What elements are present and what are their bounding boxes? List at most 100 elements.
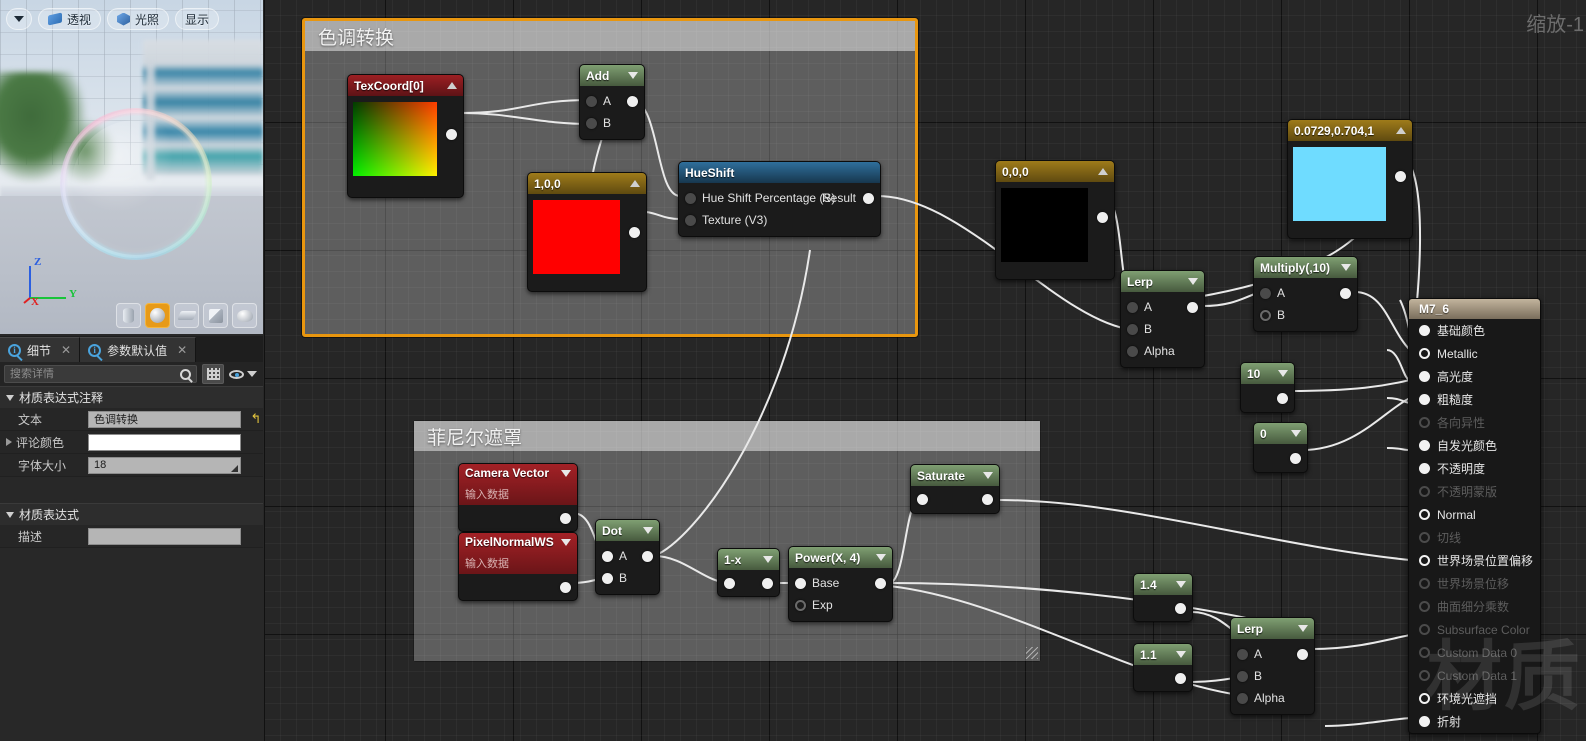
material-output-row[interactable]: 各向异性: [1409, 411, 1540, 434]
chevron-down-icon-13[interactable]: [1176, 581, 1186, 588]
node-one-minus-x[interactable]: 1-x: [717, 548, 780, 597]
node-multiply-10-output-pin[interactable]: [1340, 287, 1351, 299]
material-output-pin[interactable]: [1419, 693, 1430, 704]
node-hueshift-pin-texture[interactable]: Texture (V3): [679, 209, 880, 231]
node-power-x4-output-pin[interactable]: [875, 577, 886, 589]
material-output-pin[interactable]: [1419, 716, 1430, 727]
chevron-up-icon-3[interactable]: [1098, 168, 1108, 175]
input-pin-a[interactable]: [1237, 648, 1248, 660]
lighting-button[interactable]: 光照: [107, 8, 170, 30]
material-output-pin[interactable]: [1419, 371, 1430, 382]
preview-plane-button[interactable]: [174, 303, 199, 328]
show-button[interactable]: 显示: [175, 8, 220, 30]
input-pin-a[interactable]: [586, 95, 597, 107]
material-output-row[interactable]: Custom Data 0: [1409, 641, 1540, 664]
material-preview-viewport[interactable]: 透视 光照 显示 Z Y X: [0, 0, 263, 334]
material-output-pin[interactable]: [1419, 555, 1430, 566]
input-pin-base[interactable]: [795, 577, 806, 589]
property-value-description[interactable]: [88, 527, 241, 545]
material-output-pin[interactable]: [1419, 647, 1430, 658]
chevron-up-icon-4[interactable]: [1396, 127, 1406, 134]
chevron-up-icon[interactable]: [447, 82, 457, 89]
node-add-header[interactable]: Add: [580, 65, 644, 86]
input-pin-exp[interactable]: [795, 599, 806, 611]
input-pin-alpha[interactable]: [1127, 345, 1138, 357]
input-pin-b[interactable]: [602, 572, 613, 584]
material-output-row[interactable]: 自发光颜色: [1409, 434, 1540, 457]
material-output-pin[interactable]: [1419, 348, 1430, 359]
comment-resize-grip[interactable]: [1026, 647, 1038, 659]
material-output-row[interactable]: 不透明度: [1409, 457, 1540, 480]
node-multiply-10-pin-a[interactable]: A: [1254, 282, 1357, 304]
preview-sphere-button[interactable]: [145, 303, 170, 328]
node-const-14[interactable]: 1.4: [1133, 573, 1193, 622]
node-pixel-normal-ws[interactable]: PixelNormalWS 输入数据: [458, 532, 578, 601]
input-pin-b[interactable]: [1260, 309, 1271, 321]
node-texcoord-output-pin[interactable]: [446, 129, 457, 140]
node-saturate-input-pin[interactable]: [917, 494, 928, 505]
node-power-x4-header[interactable]: Power(X, 4): [789, 547, 892, 568]
node-multiply-10[interactable]: Multiply(,10) A B: [1253, 256, 1358, 332]
node-const-10-output-pin[interactable]: [1277, 393, 1288, 404]
node-const-10-header[interactable]: 10: [1241, 363, 1294, 384]
chevron-down-icon-15[interactable]: [1298, 625, 1308, 632]
chevron-down-icon-7[interactable]: [561, 469, 571, 477]
input-pin-texture[interactable]: [685, 214, 696, 226]
node-const-100[interactable]: 1,0,0: [527, 172, 647, 292]
material-output-row[interactable]: 粗糙度: [1409, 388, 1540, 411]
material-output-pin[interactable]: [1419, 463, 1430, 474]
preview-teapot-button[interactable]: [232, 303, 257, 328]
search-input[interactable]: [10, 368, 180, 380]
node-dot-pin-b[interactable]: B: [596, 567, 659, 589]
material-output-pin[interactable]: [1419, 509, 1430, 520]
node-one-minus-x-input-pin[interactable]: [724, 578, 735, 589]
material-output-row[interactable]: 不透明蒙版: [1409, 480, 1540, 503]
node-dot-output-pin[interactable]: [642, 550, 653, 562]
material-output-row[interactable]: 世界场景位置偏移: [1409, 549, 1540, 572]
node-multiply-10-pin-b[interactable]: B: [1254, 304, 1357, 326]
material-output-pin[interactable]: [1419, 486, 1430, 497]
preview-cube-button[interactable]: [203, 303, 228, 328]
node-const-100-header[interactable]: 1,0,0: [528, 173, 646, 194]
tab-parameter-defaults[interactable]: i 参数默认值 ✕: [80, 337, 197, 362]
node-const-000-output-pin[interactable]: [1097, 212, 1108, 223]
material-output-pin[interactable]: [1419, 578, 1430, 589]
node-pixel-normal-ws-output-pin[interactable]: [560, 582, 571, 593]
node-const-11[interactable]: 1.1: [1133, 643, 1193, 692]
chevron-right-icon[interactable]: [6, 438, 12, 446]
material-output-row[interactable]: 曲面细分乘数: [1409, 595, 1540, 618]
node-const-10[interactable]: 10: [1240, 362, 1295, 413]
comment-hue-shift-header[interactable]: 色调转换: [305, 21, 915, 51]
node-lerp-bottom-pin-b[interactable]: B: [1231, 665, 1314, 687]
material-graph-canvas[interactable]: 缩放-1 色调转换 菲尼尔遮罩 TexCoord[0] Add A B 1,0,…: [265, 0, 1586, 741]
material-output-row[interactable]: Normal: [1409, 503, 1540, 526]
node-lerp-top-output-pin[interactable]: [1187, 301, 1198, 313]
view-menu-button[interactable]: [6, 8, 32, 30]
node-lerp-bottom-pin-alpha[interactable]: Alpha: [1231, 687, 1314, 709]
input-pin-alpha[interactable]: [1237, 692, 1248, 704]
input-pin-b[interactable]: [1127, 323, 1138, 335]
node-const-14-output-pin[interactable]: [1175, 603, 1186, 614]
node-lerp-top-header[interactable]: Lerp: [1121, 271, 1204, 292]
node-const-0-header[interactable]: 0: [1254, 423, 1307, 444]
material-output-pin[interactable]: [1419, 670, 1430, 681]
revert-icon[interactable]: ↰: [249, 411, 263, 427]
input-pin-a[interactable]: [1127, 301, 1138, 313]
input-pin-a[interactable]: [1260, 287, 1271, 299]
node-const-100-output-pin[interactable]: [629, 227, 640, 238]
material-output-pin[interactable]: [1419, 394, 1430, 405]
chevron-down-icon-6[interactable]: [1291, 430, 1301, 437]
comment-fresnel-mask-header[interactable]: 菲尼尔遮罩: [414, 421, 1040, 451]
node-lerp-top-pin-a[interactable]: A: [1121, 296, 1204, 318]
chevron-down-icon-14[interactable]: [1176, 651, 1186, 658]
node-add-output-pin[interactable]: [627, 95, 638, 107]
column-view-button[interactable]: [202, 364, 224, 384]
node-const-14-header[interactable]: 1.4: [1134, 574, 1192, 595]
material-output-pin[interactable]: [1419, 325, 1430, 336]
node-saturate-header[interactable]: Saturate: [911, 465, 999, 486]
node-power-x4[interactable]: Power(X, 4) Base Exp: [788, 546, 893, 622]
chevron-down-icon-8[interactable]: [561, 538, 571, 546]
material-output-row[interactable]: 折射: [1409, 710, 1540, 733]
node-const-cyan[interactable]: 0.0729,0.704,1: [1287, 119, 1413, 239]
node-lerp-bottom-pin-a[interactable]: A: [1231, 643, 1314, 665]
